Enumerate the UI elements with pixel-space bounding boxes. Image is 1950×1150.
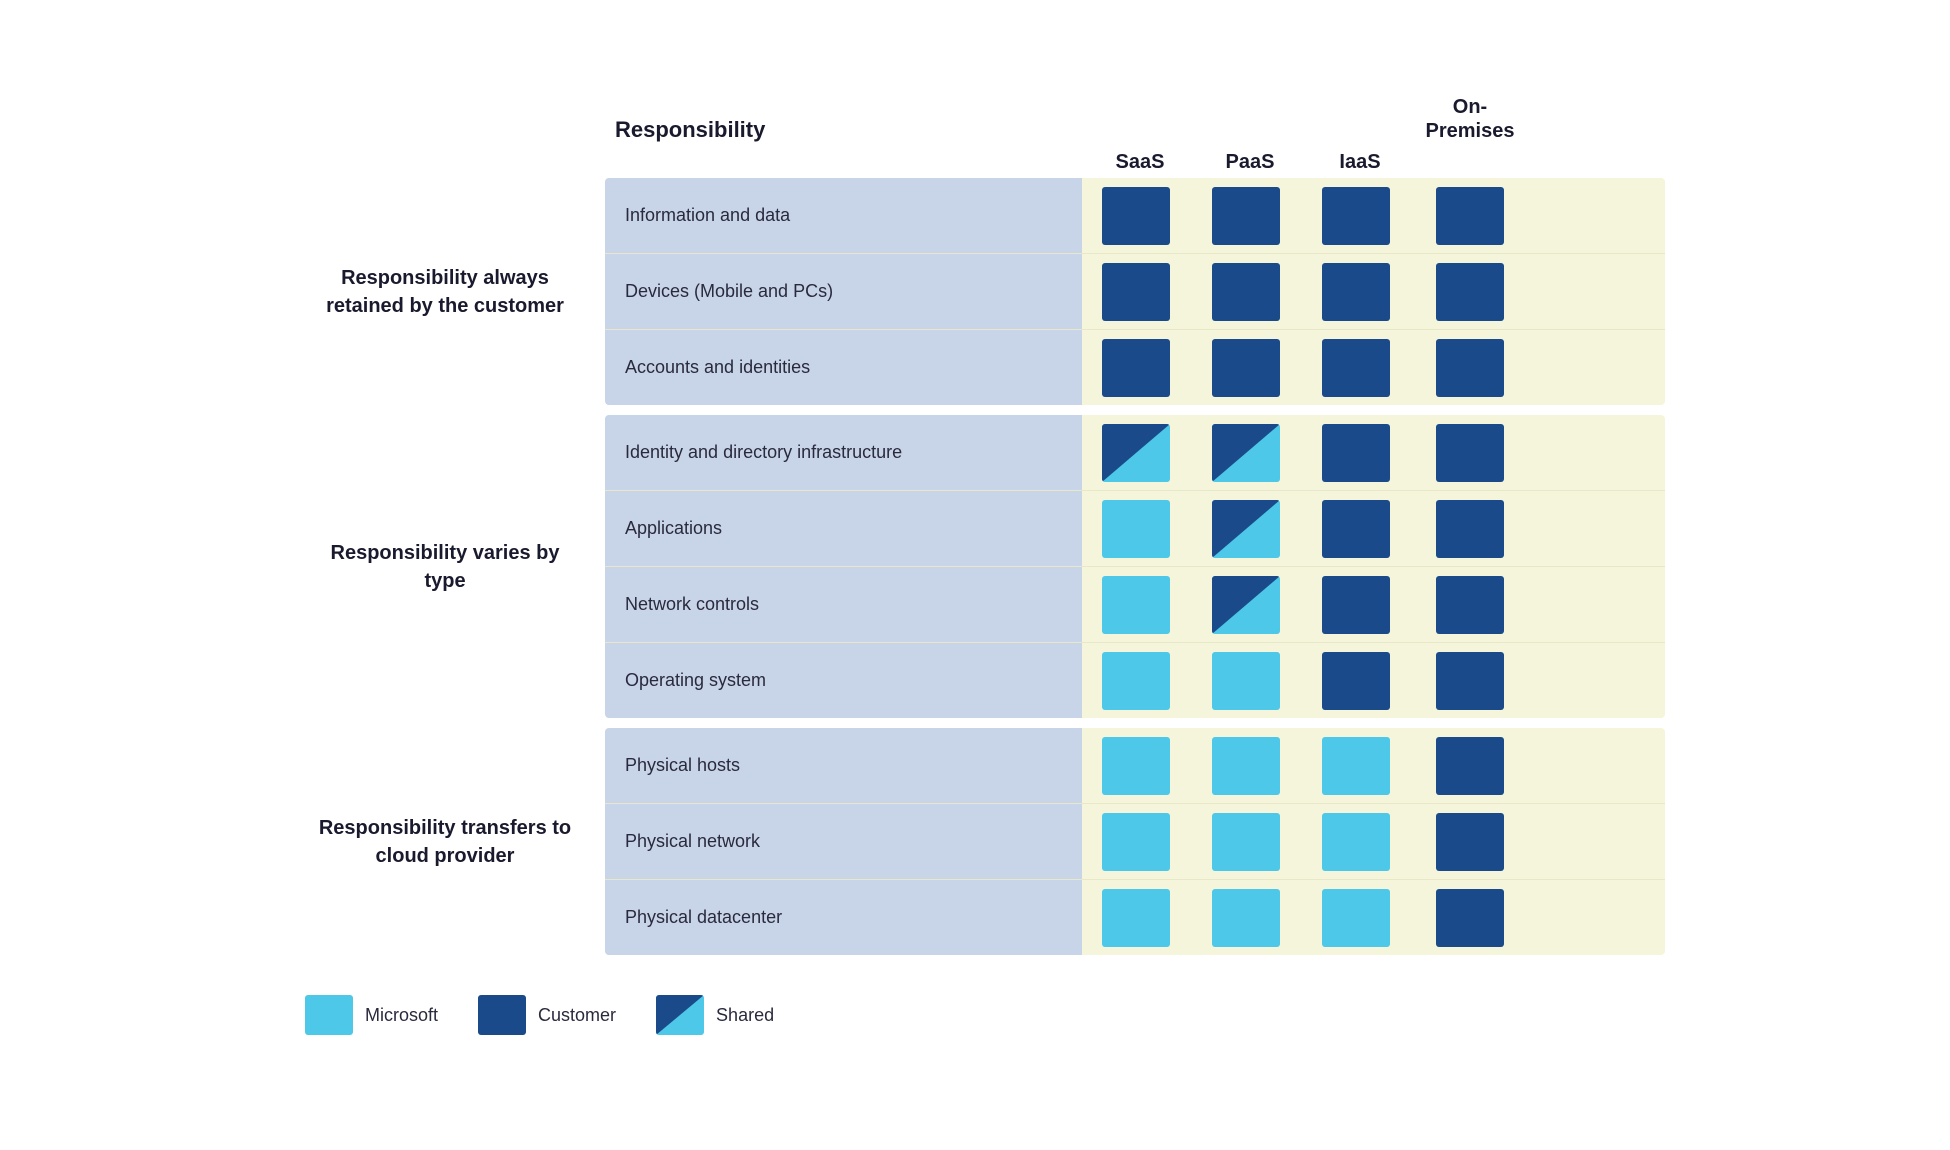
header-onprem: On-Premises	[1415, 95, 1525, 143]
col-label-iaas: IaaS	[1305, 151, 1415, 174]
cell-identity-paas	[1195, 415, 1305, 490]
cell-physical-datacenter-saas	[1085, 880, 1195, 955]
section-customer-label: Responsibility always retained by the cu…	[285, 178, 605, 405]
label-physical-datacenter: Physical datacenter	[605, 880, 1085, 955]
cell-applications-iaas	[1305, 491, 1415, 566]
row-os: Operating system	[605, 643, 1665, 718]
label-info-data: Information and data	[605, 178, 1085, 253]
cell-applications-saas	[1085, 491, 1195, 566]
cell-physical-hosts-paas	[1195, 728, 1305, 803]
header-responsibility-label: Responsibility	[605, 117, 1085, 143]
legend-microsoft-icon	[305, 995, 353, 1035]
label-network-controls: Network controls	[605, 567, 1085, 642]
cell-os-onprem	[1415, 643, 1525, 718]
cell-physical-network-paas	[1195, 804, 1305, 879]
cell-physical-hosts-saas	[1085, 728, 1195, 803]
row-physical-hosts: Physical hosts	[605, 728, 1665, 804]
cell-network-controls-iaas	[1305, 567, 1415, 642]
label-accounts: Accounts and identities	[605, 330, 1085, 405]
cell-info-data-paas	[1195, 178, 1305, 253]
header-row: Responsibility On-Premises	[285, 95, 1665, 143]
cell-physical-hosts-iaas	[1305, 728, 1415, 803]
label-applications: Applications	[605, 491, 1085, 566]
main-grid: Responsibility always retained by the cu…	[285, 178, 1665, 965]
label-devices: Devices (Mobile and PCs)	[605, 254, 1085, 329]
cell-physical-datacenter-onprem	[1415, 880, 1525, 955]
cell-network-controls-onprem	[1415, 567, 1525, 642]
col-label-saas: SaaS	[1085, 151, 1195, 174]
cell-network-controls-paas	[1195, 567, 1305, 642]
label-physical-network: Physical network	[605, 804, 1085, 879]
cell-os-paas	[1195, 643, 1305, 718]
cell-applications-paas	[1195, 491, 1305, 566]
legend-microsoft: Microsoft	[305, 995, 438, 1035]
row-info-data: Information and data	[605, 178, 1665, 254]
label-identity: Identity and directory infrastructure	[605, 415, 1085, 490]
cell-identity-onprem	[1415, 415, 1525, 490]
legend-shared-label: Shared	[716, 1005, 774, 1026]
cell-info-data-saas	[1085, 178, 1195, 253]
legend-shared: Shared	[656, 995, 774, 1035]
cell-devices-saas	[1085, 254, 1195, 329]
cell-physical-network-saas	[1085, 804, 1195, 879]
section-transfer-rows: Physical hosts Physical network Physic	[605, 728, 1665, 955]
row-network-controls: Network controls	[605, 567, 1665, 643]
legend-customer-icon	[478, 995, 526, 1035]
cell-identity-iaas	[1305, 415, 1415, 490]
cell-network-controls-saas	[1085, 567, 1195, 642]
cell-applications-onprem	[1415, 491, 1525, 566]
cell-info-data-onprem	[1415, 178, 1525, 253]
cell-physical-network-onprem	[1415, 804, 1525, 879]
section-varies-rows: Identity and directory infrastructure Ap…	[605, 415, 1665, 718]
row-devices: Devices (Mobile and PCs)	[605, 254, 1665, 330]
label-os: Operating system	[605, 643, 1085, 718]
row-identity: Identity and directory infrastructure	[605, 415, 1665, 491]
cell-os-saas	[1085, 643, 1195, 718]
legend-shared-icon	[656, 995, 704, 1035]
cell-identity-saas	[1085, 415, 1195, 490]
cell-physical-datacenter-iaas	[1305, 880, 1415, 955]
label-physical-hosts: Physical hosts	[605, 728, 1085, 803]
section-customer: Responsibility always retained by the cu…	[285, 178, 1665, 405]
cell-accounts-paas	[1195, 330, 1305, 405]
legend-microsoft-label: Microsoft	[365, 1005, 438, 1026]
legend-customer: Customer	[478, 995, 616, 1035]
section-varies-label: Responsibility varies by type	[285, 415, 605, 718]
cell-physical-network-iaas	[1305, 804, 1415, 879]
cell-info-data-iaas	[1305, 178, 1415, 253]
cell-os-iaas	[1305, 643, 1415, 718]
legend: Microsoft Customer Shared	[285, 995, 1665, 1035]
cell-devices-onprem	[1415, 254, 1525, 329]
row-physical-datacenter: Physical datacenter	[605, 880, 1665, 955]
section-customer-rows: Information and data Devices (Mobile and…	[605, 178, 1665, 405]
section-transfer: Responsibility transfers to cloud provid…	[285, 728, 1665, 955]
row-physical-network: Physical network	[605, 804, 1665, 880]
cell-accounts-iaas	[1305, 330, 1415, 405]
cell-physical-hosts-onprem	[1415, 728, 1525, 803]
cell-devices-paas	[1195, 254, 1305, 329]
cell-accounts-saas	[1085, 330, 1195, 405]
cell-accounts-onprem	[1415, 330, 1525, 405]
section-transfer-label: Responsibility transfers to cloud provid…	[285, 728, 605, 955]
row-applications: Applications	[605, 491, 1665, 567]
row-accounts: Accounts and identities	[605, 330, 1665, 405]
cell-physical-datacenter-paas	[1195, 880, 1305, 955]
legend-customer-label: Customer	[538, 1005, 616, 1026]
main-container: Responsibility On-Premises SaaS PaaS Iaa…	[225, 55, 1725, 1095]
col-label-paas: PaaS	[1195, 151, 1305, 174]
section-varies: Responsibility varies by type Identity a…	[285, 415, 1665, 718]
cell-devices-iaas	[1305, 254, 1415, 329]
